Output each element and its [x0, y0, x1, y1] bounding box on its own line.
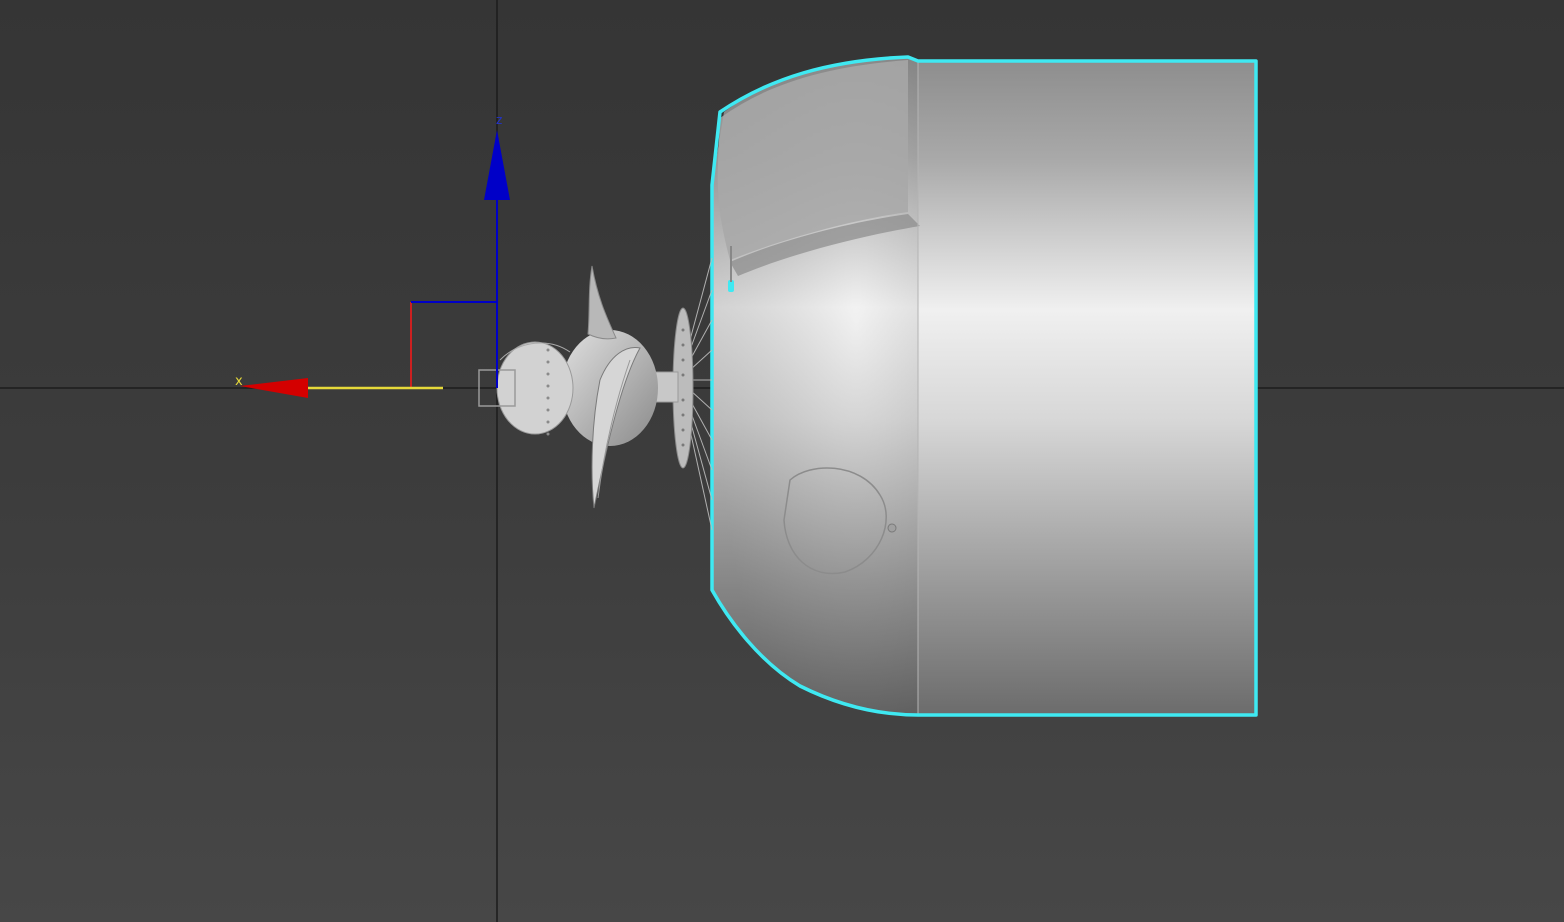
- prop-cone: [496, 341, 574, 435]
- gizmo-x-label: x: [235, 374, 243, 389]
- propeller-assembly[interactable]: [496, 257, 713, 531]
- move-gizmo[interactable]: [240, 130, 516, 407]
- 3d-viewport[interactable]: x z: [0, 0, 1564, 922]
- hull-body[interactable]: [710, 55, 1258, 717]
- gizmo-z-arrow: [484, 130, 510, 200]
- hatch-hinge: [887, 523, 897, 533]
- viewport-scene[interactable]: [0, 0, 1564, 922]
- hull-main-section: [918, 62, 1256, 714]
- prop-blade-top: [587, 265, 617, 340]
- gizmo-z-label: z: [496, 113, 503, 127]
